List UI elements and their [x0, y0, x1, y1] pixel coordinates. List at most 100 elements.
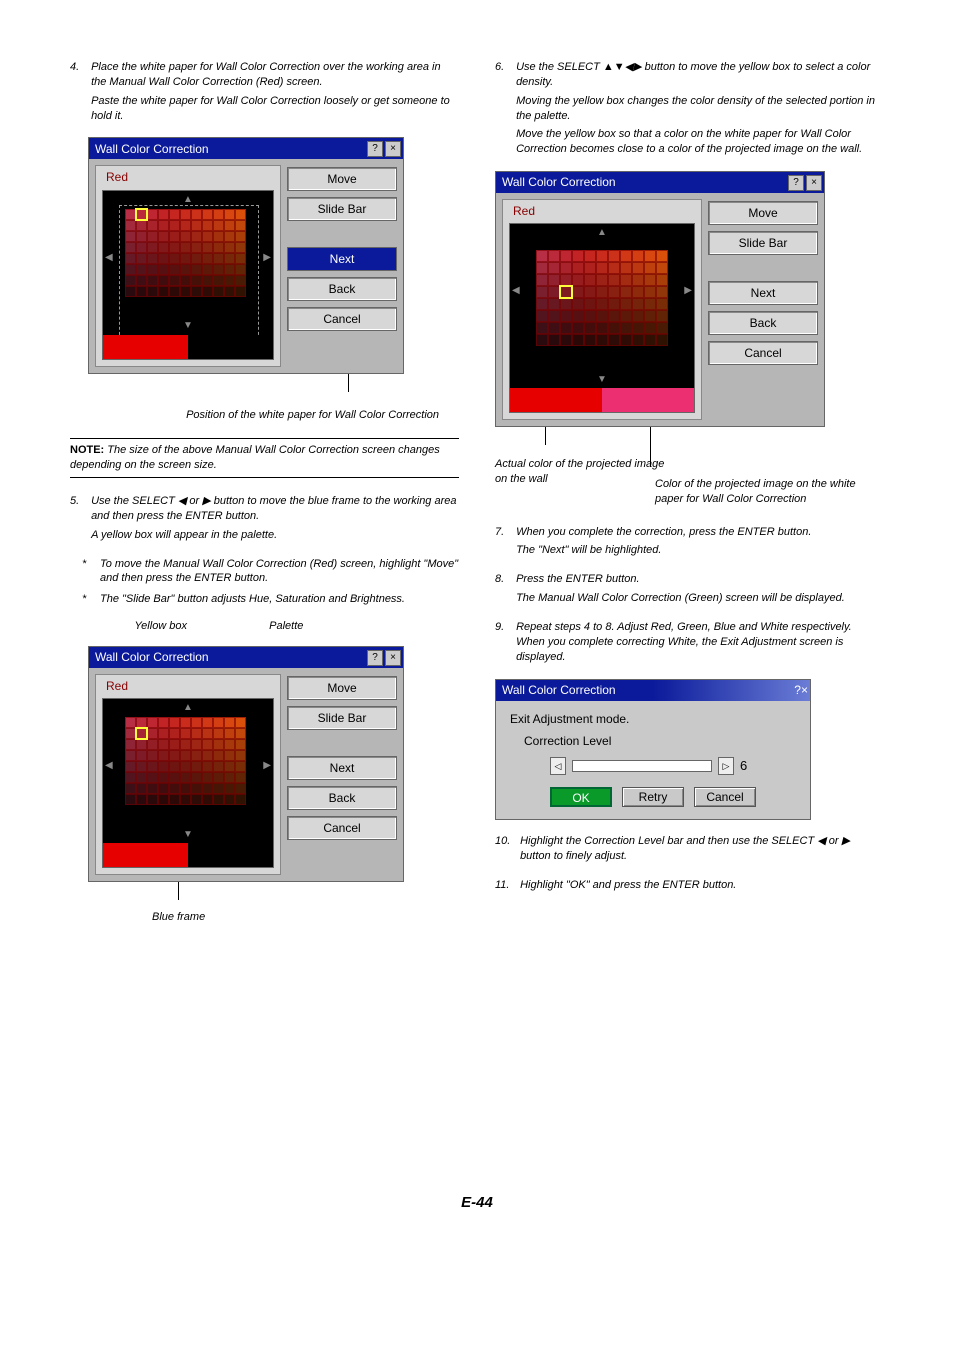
right-column: 6. Use the SELECT ▲▼◀▶ button to move th…	[495, 60, 884, 933]
palette-grid-area[interactable]: ▲ ▼ ◀ ▶	[102, 698, 274, 868]
ok-button[interactable]: OK	[550, 787, 612, 807]
dialog-titlebar: Wall Color Correction ? ×	[496, 680, 810, 701]
dialog-titlebar: Wall Color Correction ? ×	[496, 172, 824, 193]
figure-2-container: Yellow box Palette Wall Color Correction…	[88, 619, 459, 925]
help-icon[interactable]: ?	[794, 682, 801, 698]
arrow-right-icon[interactable]: ▶	[263, 251, 271, 265]
close-icon[interactable]: ×	[385, 650, 401, 666]
arrow-right-icon[interactable]: ▶	[263, 759, 271, 773]
step-sub: Paste the white paper for Wall Color Cor…	[91, 94, 458, 124]
note-bold: NOTE:	[70, 444, 104, 456]
cancel-button[interactable]: Cancel	[287, 307, 397, 331]
slider-value: 6	[740, 757, 747, 775]
arrow-left-icon[interactable]: ◀	[512, 284, 520, 298]
close-icon[interactable]: ×	[801, 682, 808, 698]
step-sub: The Manual Wall Color Correction (Green)…	[516, 591, 883, 606]
step-text: Repeat steps 4 to 8. Adjust Red, Green, …	[516, 621, 852, 663]
help-icon[interactable]: ?	[788, 175, 804, 191]
back-button[interactable]: Back	[708, 311, 818, 335]
step-text: When you complete the correction, press …	[516, 526, 811, 538]
dialog-titlebar: Wall Color Correction ? ×	[89, 138, 403, 159]
dialog-title: Wall Color Correction	[95, 141, 365, 157]
step-sub: A yellow box will appear in the palette.	[91, 528, 458, 543]
color-palette-grid[interactable]	[125, 209, 246, 297]
arrow-left-icon[interactable]: ◀	[105, 251, 113, 265]
left-column: 4. Place the white paper for Wall Color …	[70, 60, 459, 933]
fig2-label-yellowbox: Yellow box	[88, 619, 224, 634]
step-sub: Moving the yellow box changes the color …	[516, 94, 883, 124]
slider-right-icon[interactable]: ▷	[718, 757, 734, 775]
step-8: 8. Press the ENTER button. The Manual Wa…	[495, 572, 884, 606]
next-button[interactable]: Next	[708, 281, 818, 305]
slidebar-button[interactable]: Slide Bar	[287, 197, 397, 221]
slider-track[interactable]	[572, 760, 712, 772]
figure-4-container: Wall Color Correction ? × Exit Adjustmen…	[495, 679, 884, 820]
cancel-button[interactable]: Cancel	[708, 341, 818, 365]
step-num: 10.	[495, 834, 517, 849]
bullet-list: To move the Manual Wall Color Correction…	[70, 557, 459, 608]
step-7: 7. When you complete the correction, pre…	[495, 525, 884, 559]
step-text: Press the ENTER button.	[516, 573, 640, 585]
swatch-paper	[602, 388, 694, 412]
fig3-caption-left: Actual color of the projected image on t…	[495, 457, 675, 487]
back-button[interactable]: Back	[287, 786, 397, 810]
cancel-button[interactable]: Cancel	[694, 787, 756, 807]
bottom-swatch-row	[510, 388, 694, 412]
retry-button[interactable]: Retry	[622, 787, 684, 807]
slidebar-button[interactable]: Slide Bar	[708, 231, 818, 255]
arrow-left-icon[interactable]: ◀	[105, 759, 113, 773]
swatch-actual	[510, 388, 602, 412]
palette-grid-area[interactable]: ▲ ▼ ◀ ▶	[509, 223, 695, 413]
close-icon[interactable]: ×	[385, 141, 401, 157]
step-num: 7.	[495, 525, 513, 540]
move-button[interactable]: Move	[287, 676, 397, 700]
step-text: Highlight "OK" and press the ENTER butto…	[520, 879, 736, 891]
color-palette-grid[interactable]	[125, 717, 246, 805]
slider-left-icon[interactable]: ◁	[550, 757, 566, 775]
step-num: 11.	[495, 878, 517, 893]
step-sub: Move the yellow box so that a color on t…	[516, 127, 883, 157]
bottom-swatch-row	[103, 335, 273, 359]
step-10: 10. Highlight the Correction Level bar a…	[495, 834, 884, 864]
palette-panel: Red ▲ ▼ ◀ ▶	[502, 199, 702, 420]
palette-panel: Red ▲ ▼ ◀ ▶	[95, 165, 281, 366]
back-button[interactable]: Back	[287, 277, 397, 301]
next-button[interactable]: Next	[287, 756, 397, 780]
help-icon[interactable]: ?	[367, 650, 383, 666]
dialog-title: Wall Color Correction	[95, 649, 365, 665]
move-button[interactable]: Move	[287, 167, 397, 191]
arrow-up-icon[interactable]: ▲	[597, 226, 607, 240]
bullet-1: To move the Manual Wall Color Correction…	[82, 557, 459, 587]
arrow-down-icon[interactable]: ▼	[183, 319, 193, 333]
arrow-up-icon[interactable]: ▲	[183, 193, 193, 207]
slidebar-button[interactable]: Slide Bar	[287, 706, 397, 730]
arrow-right-icon[interactable]: ▶	[684, 284, 692, 298]
step-text: Highlight the Correction Level bar and t…	[520, 835, 850, 862]
palette-panel: Red ▲ ▼ ◀ ▶	[95, 674, 281, 875]
dialog-titlebar: Wall Color Correction ? ×	[89, 647, 403, 668]
move-button[interactable]: Move	[708, 201, 818, 225]
arrow-down-icon[interactable]: ▼	[597, 373, 607, 387]
swatch-paper	[188, 335, 273, 359]
figure-3-container: Wall Color Correction ? × Red ▲ ▼ ◀ ▶	[495, 171, 884, 507]
cancel-button[interactable]: Cancel	[287, 816, 397, 840]
next-button[interactable]: Next	[287, 247, 397, 271]
help-icon[interactable]: ?	[367, 141, 383, 157]
close-icon[interactable]: ×	[806, 175, 822, 191]
fig3-caption-right: Color of the projected image on the whit…	[655, 477, 875, 507]
palette-grid-area[interactable]: ▲ ▼ ◀ ▶	[102, 190, 274, 360]
wall-color-dialog-3: Wall Color Correction ? × Red ▲ ▼ ◀ ▶	[495, 171, 825, 427]
step-text: Place the white paper for Wall Color Cor…	[91, 61, 441, 88]
arrow-up-icon[interactable]: ▲	[183, 701, 193, 715]
color-palette-grid[interactable]	[536, 250, 668, 346]
correction-level-slider[interactable]: ◁ ▷ 6	[550, 757, 796, 775]
swatch-paper	[188, 843, 273, 867]
wall-color-dialog-1: Wall Color Correction ? × Red ▲ ▼ ◀ ▶	[88, 137, 404, 373]
exit-mode-label: Exit Adjustment mode.	[510, 711, 796, 727]
arrow-down-icon[interactable]: ▼	[183, 828, 193, 842]
bottom-swatch-row	[103, 843, 273, 867]
button-column: Move Slide Bar Next Back Cancel	[287, 674, 397, 875]
swatch-actual	[103, 843, 188, 867]
dialog-title: Wall Color Correction	[502, 682, 794, 698]
step-sub: The "Next" will be highlighted.	[516, 543, 883, 558]
